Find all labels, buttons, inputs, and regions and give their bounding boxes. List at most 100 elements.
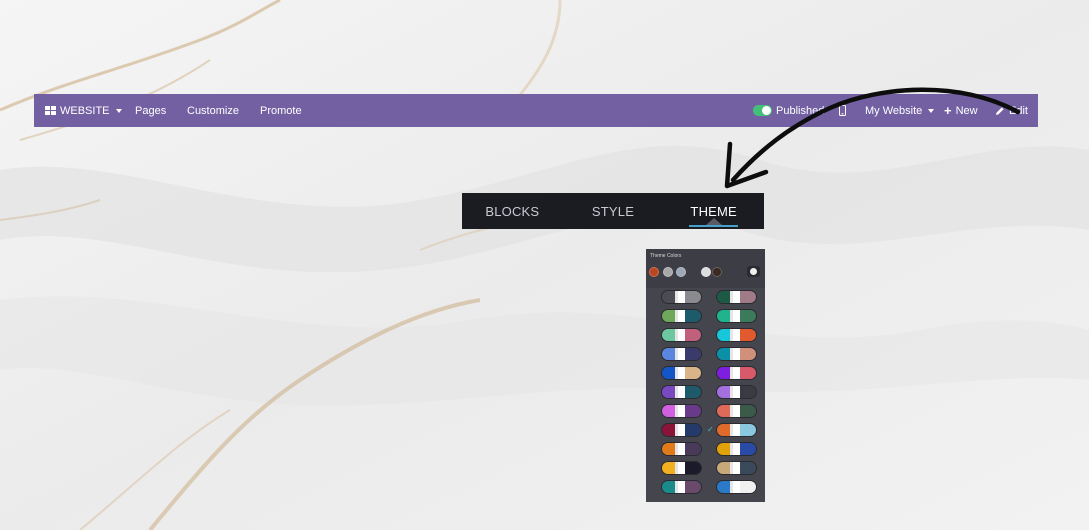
palette-swatch [717,367,730,379]
palette-option[interactable] [716,423,757,437]
palette-option[interactable] [661,347,702,361]
palette-swatch [678,291,685,303]
palette-option[interactable] [716,385,757,399]
palette-swatch [740,367,756,379]
caret-down-icon [115,108,122,113]
palette-option[interactable] [661,290,702,304]
palette-option[interactable] [716,290,757,304]
palette-swatch [733,367,740,379]
palette-swatch [685,329,701,341]
customize-menu-label: Customize [187,104,239,117]
palette-option[interactable] [716,404,757,418]
tab-theme[interactable]: THEME [663,193,764,229]
palette-swatch [662,462,675,474]
palette-swatch [740,481,756,493]
current-color-swatch[interactable] [676,267,686,277]
palette-swatch [733,481,740,493]
palette-option[interactable] [716,366,757,380]
website-menu[interactable]: WEBSITE [45,94,122,127]
website-switcher[interactable]: My Website [865,94,935,127]
palette-option[interactable] [716,309,757,323]
palette-swatch [662,443,675,455]
palette-swatch [685,310,701,322]
theme-colors-title: Theme Colors [650,253,682,259]
palette-swatch [662,348,675,360]
palette-button[interactable] [747,266,760,277]
tab-blocks[interactable]: BLOCKS [462,193,563,229]
palette-swatch [685,291,701,303]
marble-background [0,0,1089,530]
website-menu-label: WEBSITE [60,104,110,117]
palette-swatch [717,386,730,398]
tab-style-label: STYLE [591,203,635,219]
edit-button[interactable]: Edit [995,94,1028,127]
palette-swatch [685,481,701,493]
palette-swatch [717,424,730,436]
palette-swatch [678,405,685,417]
palette-swatch [662,481,675,493]
palette-option[interactable] [661,442,702,456]
palette-swatch [678,367,685,379]
pages-menu-label: Pages [135,104,167,117]
palette-option[interactable] [661,385,702,399]
palette-swatch [662,291,675,303]
current-color-swatch[interactable] [663,267,673,277]
palette-swatch [678,386,685,398]
palette-option[interactable] [661,423,702,437]
palette-swatch [662,405,675,417]
current-color-swatch[interactable] [712,267,722,277]
palette-option[interactable] [661,480,702,494]
palette-swatch [678,348,685,360]
new-label: New [955,104,978,117]
palette-swatch [717,481,730,493]
apps-grid-icon [45,106,56,115]
palette-swatch [685,405,701,417]
palette-swatch [733,405,740,417]
current-color-swatch[interactable] [649,267,659,277]
palette-swatch [662,424,675,436]
promote-menu[interactable]: Promote [260,94,302,127]
palette-swatch [717,310,730,322]
palette-swatch [685,348,701,360]
pencil-icon [996,106,1004,115]
palette-swatch [733,348,740,360]
palette-option[interactable] [661,328,702,342]
palette-option[interactable] [661,366,702,380]
palette-swatch [733,310,740,322]
website-switcher-label: My Website [865,104,923,117]
palette-swatch [733,329,740,341]
edit-label: Edit [1009,104,1028,117]
mobile-icon [839,105,846,116]
palette-swatch [717,405,730,417]
published-label: Published [776,104,825,117]
palette-swatch [662,310,675,322]
palette-option[interactable] [716,442,757,456]
palette-option[interactable] [716,461,757,475]
theme-colors-panel: Theme Colors ✓ [646,249,765,502]
tab-theme-label: THEME [690,203,737,219]
tab-style[interactable]: STYLE [563,193,664,229]
palette-swatch [678,462,685,474]
palette-swatch [678,443,685,455]
palette-swatch [685,462,701,474]
current-color-swatch[interactable] [701,267,711,277]
palette-option[interactable] [716,480,757,494]
mobile-preview-button[interactable] [839,94,846,127]
palette-swatch [740,291,756,303]
palette-option[interactable] [716,328,757,342]
new-button[interactable]: + New [944,94,978,127]
palette-option[interactable] [716,347,757,361]
plus-icon: + [944,103,952,118]
palette-swatch [733,462,740,474]
palette-option[interactable] [661,461,702,475]
palette-swatch [740,443,756,455]
palette-swatch [685,443,701,455]
palette-swatch [740,329,756,341]
palette-option[interactable] [661,309,702,323]
customize-menu[interactable]: Customize [187,94,239,127]
pages-menu[interactable]: Pages [135,94,166,127]
published-toggle[interactable]: Published [753,94,824,127]
palette-swatch [733,291,740,303]
palette-option[interactable] [661,404,702,418]
toggle-on-icon [753,105,772,116]
